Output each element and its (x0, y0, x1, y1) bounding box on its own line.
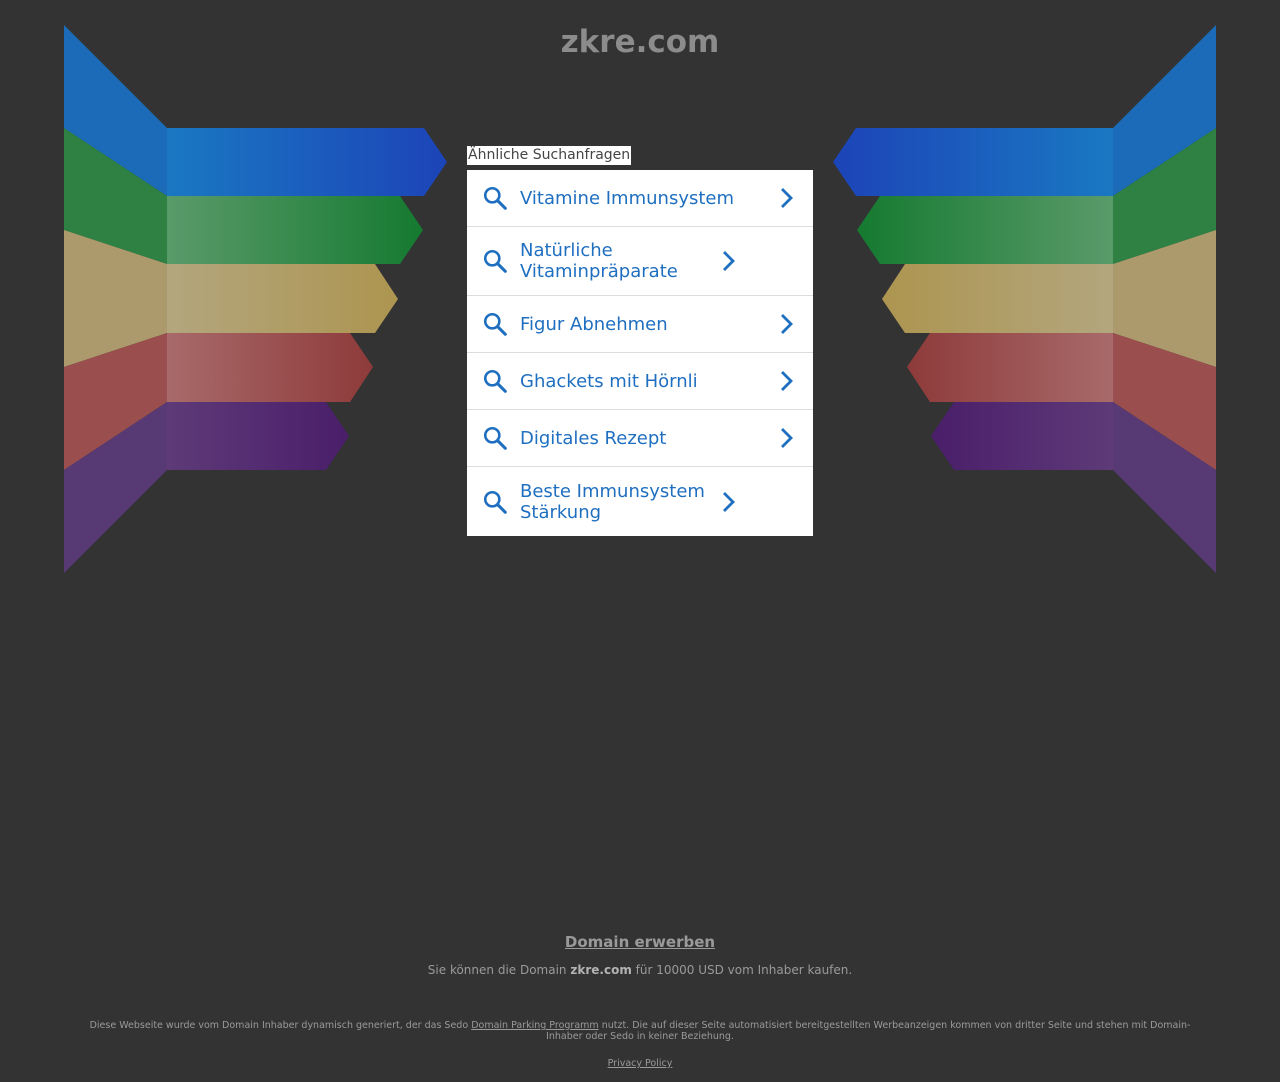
search-icon (483, 249, 507, 273)
left-band-tan (167, 264, 398, 333)
chevron-right-icon (723, 251, 735, 271)
offer-domain: zkre.com (570, 963, 632, 977)
search-icon (483, 312, 507, 336)
right-decoration-wing (833, 25, 1216, 573)
parking-page: zkre.com Ähnliche Suchanfragen Vitamine … (0, 0, 1280, 1082)
chevron-right-icon (723, 491, 735, 512)
chevron-right-icon (781, 188, 793, 208)
search-icon (483, 186, 507, 210)
privacy-footer: Privacy Policy (0, 1058, 1280, 1070)
chevron-right-icon (781, 428, 793, 448)
domain-offer-text: Sie können die Domain zkre.com für 10000… (0, 962, 1280, 979)
left-band-red (167, 333, 373, 402)
offer-prefix: Sie können die Domain (427, 963, 567, 977)
disclaimer-text: Diese Webseite wurde vom Domain Inhaber … (80, 1020, 1200, 1042)
left-band-purple (167, 402, 349, 470)
right-band-red (907, 333, 1113, 402)
related-search-item[interactable]: Vitamine Immunsystem (467, 170, 813, 227)
related-search-item[interactable]: Beste Immunsystem Stärkung (467, 467, 813, 536)
search-icon (483, 426, 507, 450)
related-search-label: Digitales Rezept (520, 427, 667, 449)
search-icon (483, 490, 507, 514)
related-search-label: Beste Immunsystem Stärkung (520, 480, 705, 523)
disclaimer-prefix: Diese Webseite wurde vom Domain Inhaber … (89, 1020, 469, 1031)
search-icon (483, 369, 507, 393)
buy-domain-link[interactable]: Domain erwerben (0, 932, 1280, 952)
privacy-policy-link[interactable]: Privacy Policy (608, 1058, 673, 1069)
domain-parking-link[interactable]: Domain Parking Programm (471, 1020, 598, 1031)
left-band-green (167, 196, 423, 264)
related-search-label: Vitamine Immunsystem (520, 187, 735, 209)
left-band-blue (167, 128, 447, 196)
right-band-green (857, 196, 1113, 264)
related-search-item[interactable]: Natürliche Vitaminpräparate (467, 227, 813, 296)
related-searches-list: Vitamine Immunsystem Natürliche Vitaminp… (467, 170, 813, 536)
related-search-label: Figur Abnehmen (520, 313, 668, 335)
related-search-item[interactable]: Figur Abnehmen (467, 296, 813, 353)
right-band-purple (931, 402, 1113, 470)
right-band-tan (882, 264, 1113, 333)
right-band-blue (833, 128, 1113, 196)
related-search-label: Natürliche Vitaminpräparate (520, 240, 678, 282)
related-searches-label: Ähnliche Suchanfragen (467, 146, 632, 165)
left-decoration-wing (64, 25, 447, 573)
related-search-item[interactable]: Ghackets mit Hörnli (467, 353, 813, 410)
chevron-right-icon (781, 371, 793, 391)
chevron-right-icon (781, 314, 793, 334)
related-search-item[interactable]: Digitales Rezept (467, 410, 813, 467)
related-search-label: Ghackets mit Hörnli (520, 370, 698, 392)
disclaimer-suffix: nutzt. Die auf dieser Seite automatisier… (546, 1020, 1191, 1042)
offer-suffix: für 10000 USD vom Inhaber kaufen. (635, 963, 853, 977)
